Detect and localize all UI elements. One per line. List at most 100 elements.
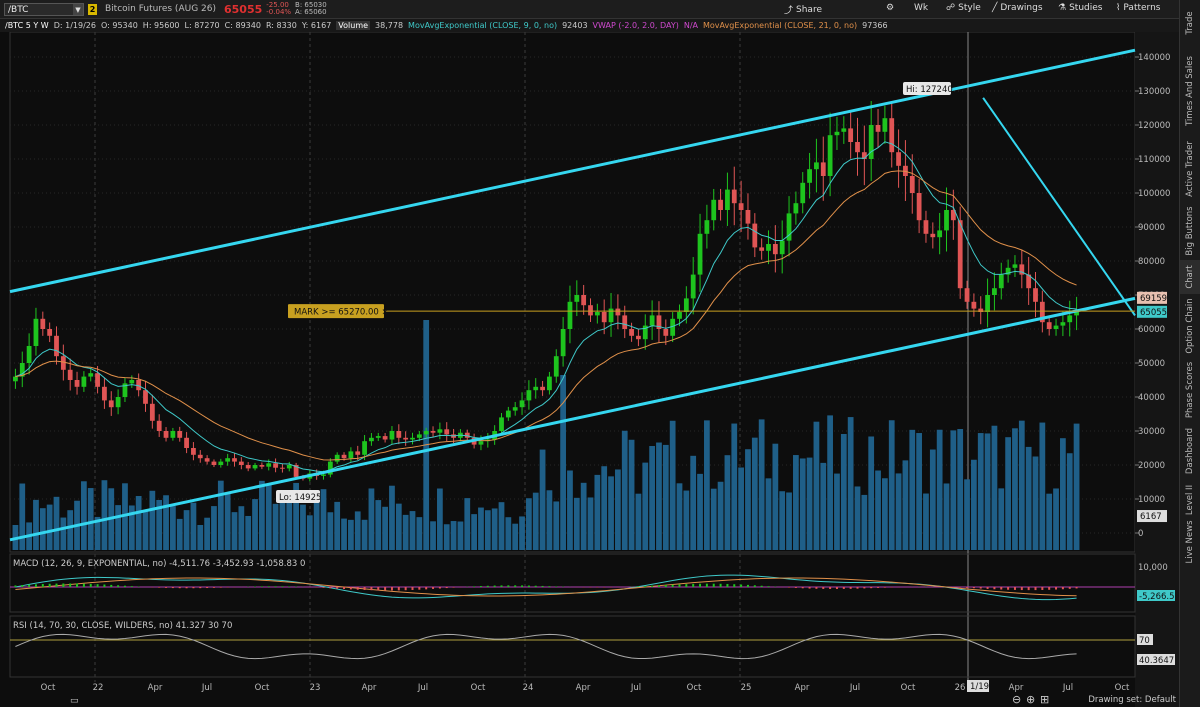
side-tab-label: Live News xyxy=(1185,520,1195,564)
zoom-out-icon[interactable]: ⊖ xyxy=(1012,693,1021,706)
volume-bar xyxy=(902,460,909,550)
macd-histogram-bar xyxy=(69,583,72,587)
volume-bar xyxy=(1060,438,1066,550)
pct-change: -0.04% xyxy=(266,8,292,16)
candle-body xyxy=(663,329,669,336)
candle-body xyxy=(156,420,162,431)
candle-body xyxy=(636,335,641,340)
volume-bar xyxy=(1012,428,1018,550)
ema21-label[interactable]: MovAvgExponential (CLOSE, 21, 0, no) xyxy=(703,21,857,30)
candle-body xyxy=(33,318,39,346)
volume-bar xyxy=(704,420,710,550)
candle-body xyxy=(704,220,710,234)
side-tab-trade[interactable]: Trade xyxy=(1180,0,1200,46)
volume-bar xyxy=(662,444,669,550)
candle-body xyxy=(855,142,860,153)
candle-body xyxy=(800,182,806,204)
macd-histogram-bar xyxy=(541,585,544,587)
style-button[interactable]: ☍ Style xyxy=(946,3,981,13)
volume-bar xyxy=(135,496,142,550)
candle-body xyxy=(766,244,771,251)
candle-body xyxy=(697,233,703,275)
side-tab-phase-scores[interactable]: Phase Scores xyxy=(1180,358,1200,422)
candle-body xyxy=(369,437,374,442)
side-tab-live-news[interactable]: Live News xyxy=(1180,520,1200,564)
candle-body xyxy=(1067,315,1073,323)
macd-histogram-bar xyxy=(486,585,489,587)
chevron-down-icon[interactable]: ▼ xyxy=(73,3,83,15)
macd-histogram-bar xyxy=(384,587,387,591)
candle-body xyxy=(211,461,217,465)
macd-histogram-bar xyxy=(130,586,133,587)
volume-bar xyxy=(532,492,539,550)
macd-histogram-bar xyxy=(726,583,729,587)
macd-histogram-bar xyxy=(260,586,263,587)
last-price-tag: 65055 xyxy=(1140,308,1167,318)
price-tick-label: 50000 xyxy=(1138,359,1165,369)
candle-body xyxy=(40,318,46,329)
candle-body xyxy=(403,437,409,440)
timeframe-button[interactable]: Wk xyxy=(914,3,928,13)
volume-bar xyxy=(827,415,833,550)
price-chart[interactable]: 0100002000030000400005000060000700008000… xyxy=(0,32,1180,707)
volume-bar xyxy=(1039,422,1046,550)
side-tab-label: Chart xyxy=(1185,265,1195,289)
ema21-value: 97366 xyxy=(862,21,888,30)
scroll-icon[interactable]: ▭ xyxy=(70,696,79,706)
vwap-label[interactable]: VWAP (-2.0, 2.0, DAY) xyxy=(593,21,679,30)
x-axis-label: Apr xyxy=(362,683,377,693)
volume-bar xyxy=(33,499,39,550)
side-tab-active-trader[interactable]: Active Trader xyxy=(1180,136,1200,202)
x-axis-label: Oct xyxy=(255,683,270,693)
chart-title[interactable]: /BTC 5 Y W xyxy=(5,21,49,30)
volume-bar xyxy=(519,516,525,550)
volume-bar xyxy=(183,510,190,550)
x-axis-label: Apr xyxy=(576,683,591,693)
macd-histogram-bar xyxy=(746,584,749,587)
volume-bar xyxy=(690,455,697,550)
macd-histogram-bar xyxy=(55,583,58,587)
symbol-input[interactable]: /BTC ▼ xyxy=(4,2,84,16)
volume-label[interactable]: Volume xyxy=(336,21,371,30)
side-tab-option-chain[interactable]: Option Chain xyxy=(1180,294,1200,358)
macd-histogram-bar xyxy=(733,584,736,587)
candle-body xyxy=(177,431,183,438)
candle-body xyxy=(81,376,87,387)
link-badge[interactable]: 2 xyxy=(88,3,97,15)
candle-body xyxy=(519,400,525,408)
macd-histogram-bar xyxy=(48,583,51,587)
macd-histogram-bar xyxy=(883,587,886,588)
side-tab-times-and-sales[interactable]: Times And Sales xyxy=(1180,46,1200,136)
settings-button[interactable]: ⚙ xyxy=(886,3,894,13)
side-tab-big-buttons[interactable]: Big Buttons xyxy=(1180,202,1200,260)
macd-histogram-bar xyxy=(82,583,85,587)
ema9-label[interactable]: MovAvgExponential (CLOSE, 9, 0, no) xyxy=(408,21,557,30)
side-tab-level-ii[interactable]: Level II xyxy=(1180,480,1200,520)
candle-body xyxy=(725,189,730,210)
patterns-button[interactable]: ⌇ Patterns xyxy=(1116,3,1160,13)
volume-bar xyxy=(204,517,210,550)
candle-body xyxy=(793,203,799,214)
zoom-in-icon[interactable]: ⊕ xyxy=(1026,693,1035,706)
side-tab-dashboard[interactable]: Dashboard xyxy=(1180,422,1200,480)
volume-bar xyxy=(368,488,375,550)
volume-bar xyxy=(888,420,895,550)
drawings-button[interactable]: ╱ Drawings xyxy=(992,3,1043,13)
patterns-label: Patterns xyxy=(1123,3,1161,13)
volume-bar xyxy=(573,497,580,550)
side-tab-chart[interactable]: Chart xyxy=(1180,260,1200,294)
volume-bar xyxy=(402,514,409,550)
volume-bar xyxy=(300,504,306,550)
candle-body xyxy=(814,162,819,170)
volume-bar xyxy=(861,494,868,550)
x-axis-label: Jul xyxy=(630,683,641,693)
zoom-fit-icon[interactable]: ⊞ xyxy=(1040,693,1049,706)
macd-histogram-bar xyxy=(212,587,215,588)
macd-histogram-bar xyxy=(1055,587,1058,590)
volume-bar xyxy=(697,473,703,550)
candle-body xyxy=(389,431,395,440)
macd-histogram-bar xyxy=(966,587,969,588)
share-button[interactable]: ⤴ Share xyxy=(784,3,822,17)
studies-button[interactable]: ⚗ Studies xyxy=(1058,3,1102,13)
macd-histogram-bar xyxy=(1068,587,1071,589)
